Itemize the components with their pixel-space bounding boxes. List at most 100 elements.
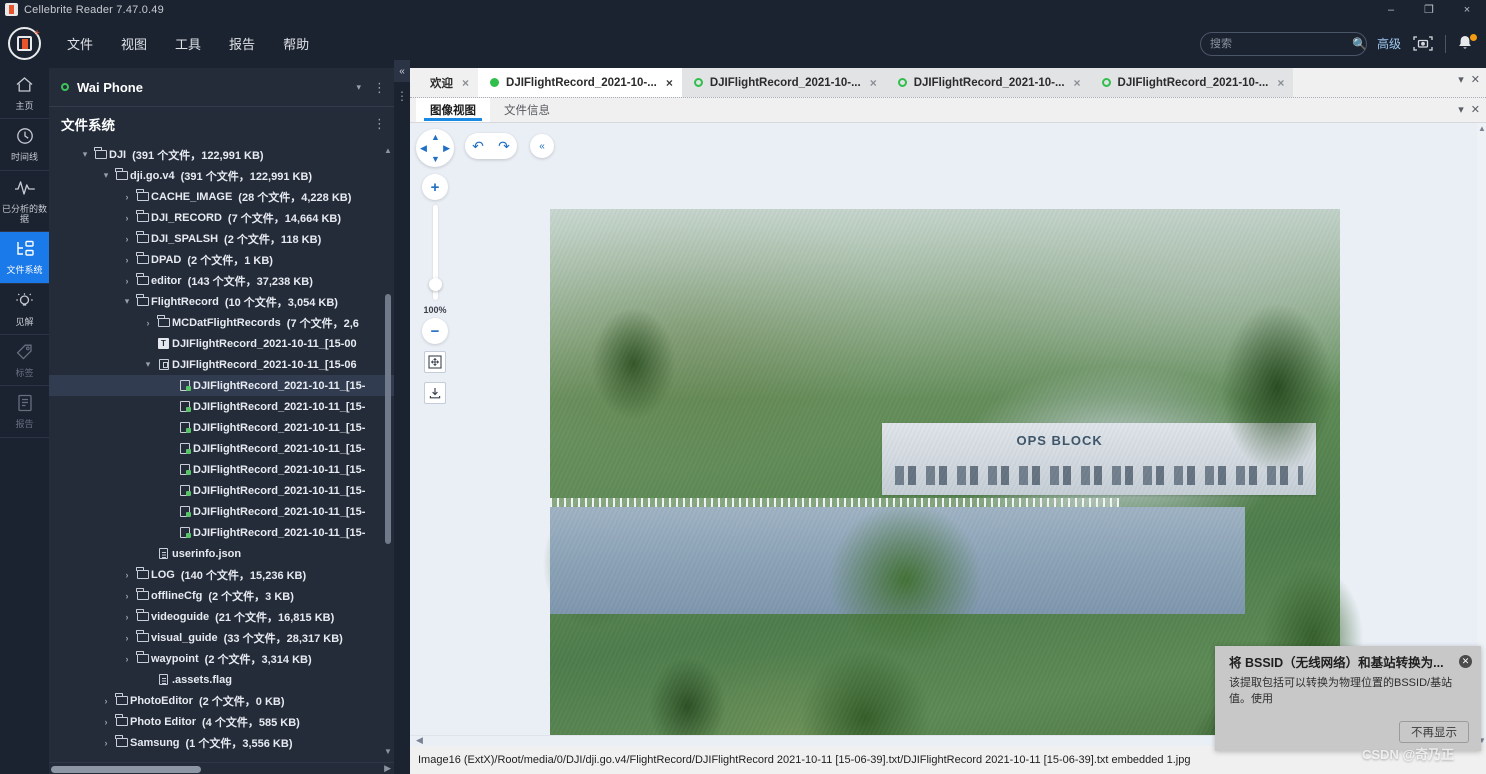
sidebar-item-reports[interactable]: 报告 [0, 386, 49, 438]
sidebar-item-insights[interactable]: 见解 [0, 284, 49, 336]
tree-row[interactable]: › visual_guide (33 个文件，28,317 KB) [49, 627, 394, 648]
menu-item-help[interactable]: 帮助 [271, 28, 321, 59]
tab-flightrecord-4[interactable]: DJIFlightRecord_2021-10-... × [1089, 68, 1294, 97]
tab-flightrecord-2[interactable]: DJIFlightRecord_2021-10-... × [681, 68, 886, 97]
search-box[interactable]: 🔍 [1199, 31, 1367, 56]
dont-show-again-button[interactable]: 不再显示 [1399, 721, 1469, 743]
tab-flightrecord-1[interactable]: DJIFlightRecord_2021-10-... × [478, 68, 682, 97]
rotate-counterclockwise-icon[interactable]: ↶ [472, 138, 484, 155]
rotate-clockwise-icon[interactable]: ↷ [498, 138, 510, 155]
file-system-kebab-menu-icon[interactable]: ⋮ [373, 117, 386, 130]
notification-bell-icon[interactable] [1456, 33, 1477, 54]
tree-row[interactable]: DJIFlightRecord_2021-10-11_[15- [49, 501, 394, 522]
tree-horizontal-scrollbar[interactable]: ▶ [49, 762, 394, 774]
tree-row[interactable]: › PhotoEditor (2 个文件，0 KB) [49, 690, 394, 711]
zoom-out-icon[interactable]: − [422, 318, 448, 344]
chevron-right-icon[interactable]: › [120, 612, 134, 622]
close-icon[interactable]: × [666, 76, 673, 90]
zoom-slider-thumb[interactable] [429, 278, 442, 291]
device-kebab-menu-icon[interactable]: ⋮ [373, 81, 386, 94]
tree-row[interactable]: DJIFlightRecord_2021-10-11_[15- [49, 417, 394, 438]
splitter-kebab-menu-icon[interactable]: ⋮ [394, 86, 410, 106]
chevron-right-icon[interactable]: › [120, 213, 134, 223]
minimize-button[interactable]: – [1372, 0, 1410, 19]
scroll-right-icon[interactable]: ▶ [384, 763, 391, 774]
menu-item-file[interactable]: 文件 [55, 28, 105, 59]
pan-right-icon[interactable]: ▶ [443, 143, 450, 154]
pan-up-icon[interactable]: ▲ [431, 132, 440, 142]
menu-item-report[interactable]: 报告 [217, 28, 267, 59]
scroll-up-icon[interactable]: ▲ [384, 146, 392, 155]
advanced-search-link[interactable]: 高级 [1377, 35, 1401, 52]
sidebar-item-timeline[interactable]: 时间线 [0, 119, 49, 171]
tree-row[interactable]: › editor (143 个文件，37,238 KB) [49, 270, 394, 291]
tree-row[interactable]: › MCDatFlightRecords (7 个文件，2,6 [49, 312, 394, 333]
tree-row[interactable]: ▾ DJIFlightRecord_2021-10-11_[15-06 [49, 354, 394, 375]
tab-flightrecord-3[interactable]: DJIFlightRecord_2021-10-... × [885, 68, 1090, 97]
chevron-right-icon[interactable]: › [120, 192, 134, 202]
sidebar-item-analyzed-data[interactable]: 已分析的数据 [0, 171, 49, 233]
tree-row[interactable]: userinfo.json [49, 543, 394, 564]
chevron-down-icon[interactable]: ▾ [99, 170, 113, 181]
tree-row[interactable]: › LOG (140 个文件，15,236 KB) [49, 564, 394, 585]
close-icon[interactable]: × [1277, 76, 1284, 90]
chevron-right-icon[interactable]: › [141, 318, 155, 328]
chevron-right-icon[interactable]: › [120, 234, 134, 244]
tree-row[interactable]: DJIFlightRecord_2021-10-11_[15- [49, 480, 394, 501]
tree-row[interactable]: › DJI_RECORD (7 个文件，14,664 KB) [49, 207, 394, 228]
sidebar-item-home[interactable]: 主页 [0, 68, 49, 120]
chevron-right-icon[interactable]: › [120, 633, 134, 643]
tab-image-view[interactable]: 图像视图 [416, 98, 490, 122]
file-tree[interactable]: ▾ DJI (391 个文件，122,991 KB) ▾ dji.go.v4 (391 个… [49, 140, 394, 764]
tree-row[interactable]: DJIFlightRecord_2021-10-11_[15- [49, 438, 394, 459]
chevron-down-icon[interactable]: ▾ [78, 149, 92, 160]
chevron-right-icon[interactable]: › [120, 255, 134, 265]
panel-splitter[interactable] [394, 68, 410, 774]
chevron-right-icon[interactable]: › [99, 717, 113, 727]
tree-hscroll-thumb[interactable] [51, 766, 201, 773]
tree-row[interactable]: DJIFlightRecord_2021-10-11_[15- [49, 396, 394, 417]
search-input[interactable] [1209, 37, 1352, 50]
scroll-up-icon[interactable]: ▲ [1478, 124, 1486, 133]
tree-row[interactable]: ▾ FlightRecord (10 个文件，3,054 KB) [49, 291, 394, 312]
tree-vertical-scrollbar[interactable]: ▲ ▼ [384, 146, 392, 756]
sidebar-item-file-system[interactable]: 文件系统 [0, 232, 49, 284]
tab-welcome[interactable]: 欢迎 × [422, 68, 478, 97]
close-icon[interactable]: ✕ [1459, 655, 1472, 668]
tree-row[interactable]: › waypoint (2 个文件，3,314 KB) [49, 648, 394, 669]
menu-item-view[interactable]: 视图 [109, 28, 159, 59]
chevron-right-icon[interactable]: › [120, 591, 134, 601]
tree-row[interactable]: › DJI_SPALSH (2 个文件，118 KB) [49, 228, 394, 249]
tree-row[interactable]: › DPAD (2 个文件，1 KB) [49, 249, 394, 270]
tree-row[interactable]: › Samsung (1 个文件，3,556 KB) [49, 732, 394, 753]
chevron-right-icon[interactable]: › [120, 276, 134, 286]
pan-left-icon[interactable]: ◀ [420, 143, 427, 154]
chevron-down-icon[interactable]: ▾ [356, 82, 361, 93]
pan-directional-pad-icon[interactable]: ▲ ▼ ◀ ▶ [416, 129, 454, 167]
fit-to-screen-icon[interactable] [424, 351, 446, 373]
save-image-icon[interactable] [424, 382, 446, 404]
camera-capture-icon[interactable] [1411, 34, 1435, 54]
sub-tab-close-icon[interactable]: ✕ [1471, 103, 1480, 116]
tab-list-chevron-down-icon[interactable]: ▾ [1458, 73, 1464, 86]
tree-row[interactable]: DJIFlightRecord_2021-10-11_[15- [49, 459, 394, 480]
tree-row[interactable]: › videoguide (21 个文件，16,815 KB) [49, 606, 394, 627]
tree-row[interactable]: DJIFlightRecord_2021-10-11_[15- [49, 375, 394, 396]
scroll-down-icon[interactable]: ▼ [384, 747, 392, 756]
sub-tab-chevron-down-icon[interactable]: ▾ [1458, 103, 1464, 116]
chevron-right-icon[interactable]: › [99, 738, 113, 748]
collapse-left-icon[interactable]: « [394, 60, 410, 82]
close-icon[interactable]: × [1074, 76, 1081, 90]
close-button[interactable]: × [1448, 0, 1486, 19]
collapse-toolbar-icon[interactable]: « [530, 134, 554, 158]
tree-row[interactable]: › CACHE_IMAGE (28 个文件，4,228 KB) [49, 186, 394, 207]
chevron-down-icon[interactable]: ▾ [120, 296, 134, 307]
close-icon[interactable]: × [462, 76, 469, 90]
menu-item-tools[interactable]: 工具 [163, 28, 213, 59]
tree-row[interactable]: ▾ dji.go.v4 (391 个文件，122,991 KB) [49, 165, 394, 186]
tree-row[interactable]: T DJIFlightRecord_2021-10-11_[15-00 [49, 333, 394, 354]
close-icon[interactable]: × [870, 76, 877, 90]
tree-row[interactable]: DJIFlightRecord_2021-10-11_[15- [49, 522, 394, 543]
tree-scroll-thumb[interactable] [385, 294, 391, 544]
tree-row[interactable]: › Photo Editor (4 个文件，585 KB) [49, 711, 394, 732]
